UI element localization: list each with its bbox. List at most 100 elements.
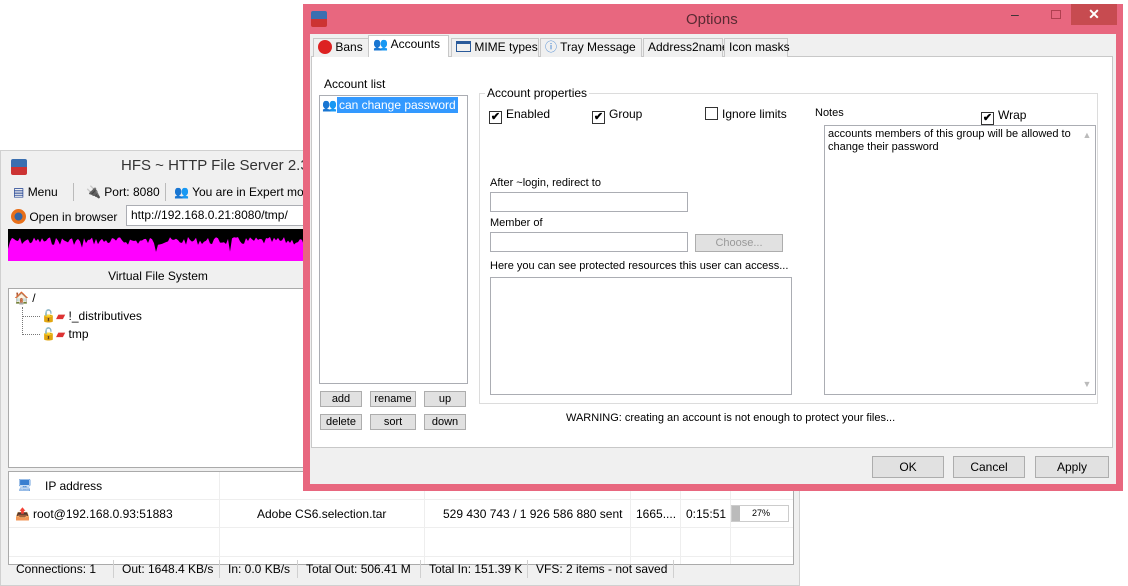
sort-button[interactable]: sort — [370, 414, 416, 430]
tab-label: MIME types — [474, 40, 538, 54]
rename-button[interactable]: rename — [370, 391, 416, 407]
toolbar-divider — [73, 183, 74, 201]
firefox-icon — [11, 209, 26, 224]
notes-textarea[interactable]: accounts members of this group will be a… — [824, 125, 1096, 395]
tab-label: Bans — [335, 40, 363, 54]
resources-label: Here you can see protected resources thi… — [490, 260, 789, 272]
main-window-title: HFS ~ HTTP File Server 2.3 — [121, 157, 309, 174]
notes-label: Notes — [815, 107, 844, 119]
tree-line — [22, 316, 40, 317]
tree-root[interactable]: 🏠 / — [14, 291, 36, 305]
wrap-checkbox[interactable]: ✔ Wrap — [981, 108, 1026, 125]
delete-button[interactable]: delete — [320, 414, 362, 430]
group-checkbox[interactable]: ✔ Group — [592, 107, 642, 124]
tab-label: Icon masks — [729, 40, 790, 54]
users-icon: 👥 — [174, 185, 189, 199]
warning-text: WARNING: creating an account is not enou… — [566, 412, 896, 424]
dialog-client: Bans 👥 Accounts MIME types ⓘ Tray Messag… — [310, 34, 1116, 484]
users-icon: 👥 — [373, 37, 388, 51]
folder-icon: ▰ — [55, 327, 66, 341]
ok-button[interactable]: OK — [872, 456, 944, 478]
open-browser-label: Open in browser — [29, 210, 118, 224]
toolbar-divider — [165, 183, 166, 201]
window-icon — [456, 41, 471, 52]
minimize-button[interactable]: – — [1011, 6, 1019, 22]
tab-accounts[interactable]: 👥 Accounts — [368, 35, 449, 57]
tab-bans[interactable]: Bans — [313, 38, 369, 57]
upload-icon: 📤 — [15, 507, 30, 521]
options-dialog: Options – ✕ Bans 👥 Accounts MIME types ⓘ… — [303, 4, 1123, 491]
choose-button[interactable]: Choose... — [695, 234, 783, 252]
checkbox-box: ✔ — [489, 111, 502, 124]
status-total-in: Total In: 151.39 K — [421, 560, 528, 578]
vfs-tree[interactable]: 🏠 / 🔓▰ !_distributives 🔓▰ tmp — [8, 288, 308, 468]
status-connections: Connections: 1 — [8, 560, 114, 578]
enabled-checkbox[interactable]: ✔ Enabled — [489, 107, 550, 124]
notes-scrollbar[interactable]: ▲ ▼ — [1079, 126, 1095, 394]
cell-status: 529 430 743 / 1 926 586 880 sent — [443, 507, 623, 521]
vfs-header: Virtual File System — [8, 264, 308, 288]
checkbox-label: Wrap — [998, 108, 1027, 122]
cell-file: Adobe CS6.selection.tar — [257, 507, 387, 521]
cell-time: 0:15:51 — [686, 507, 727, 521]
checkbox-box: ✔ — [981, 112, 994, 125]
status-vfs[interactable]: VFS: 2 items - not saved — [528, 560, 674, 578]
tree-line — [22, 307, 23, 335]
ignore-limits-checkbox[interactable]: Ignore limits — [705, 107, 787, 121]
status-total-out: Total Out: 506.41 M — [298, 560, 421, 578]
tree-item[interactable]: 🔓▰ tmp — [41, 327, 89, 341]
down-button[interactable]: down — [424, 414, 466, 430]
tab-icon-masks[interactable]: Icon masks — [724, 38, 790, 57]
cancel-button[interactable]: Cancel — [953, 456, 1025, 478]
stop-icon — [318, 40, 332, 54]
hfs-logo-icon — [311, 11, 327, 27]
checkbox-box: ✔ — [592, 111, 605, 124]
tab-label: Tray Message — [560, 40, 636, 54]
tree-item-label: tmp — [68, 327, 89, 341]
member-of-input[interactable] — [490, 232, 688, 252]
mode-label: You are in Expert mo — [192, 185, 304, 199]
tab-label: Accounts — [390, 37, 440, 51]
lock-icon: 🔓 — [41, 309, 56, 323]
menu-icon: ▤ — [13, 185, 25, 199]
expert-mode-button[interactable]: 👥 You are in Expert mo — [174, 185, 304, 199]
cell-ip: root@192.168.0.93:51883 — [33, 507, 173, 521]
close-button[interactable]: ✕ — [1071, 4, 1117, 25]
apply-button[interactable]: Apply — [1035, 456, 1109, 478]
port-button[interactable]: 🔌 Port: 8080 — [86, 185, 160, 199]
scroll-up-icon: ▲ — [1082, 130, 1092, 140]
member-of-label: Member of — [490, 217, 543, 229]
maximize-button[interactable] — [1051, 10, 1061, 19]
info-icon: ⓘ — [545, 40, 558, 54]
list-item[interactable]: 👥 can change password — [322, 97, 458, 113]
tab-tray-message[interactable]: ⓘ Tray Message — [540, 38, 642, 57]
progress-label: 27% — [752, 508, 771, 518]
menu-button[interactable]: ▤ Menu — [13, 185, 58, 199]
open-in-browser-button[interactable]: Open in browser — [11, 209, 117, 224]
tree-item-label: !_distributives — [68, 309, 142, 323]
up-button[interactable]: up — [424, 391, 466, 407]
tree-root-label: / — [32, 291, 36, 305]
notes-text: accounts members of this group will be a… — [828, 128, 1071, 153]
status-bar: Connections: 1 Out: 1648.4 KB/s In: 0.0 … — [8, 560, 794, 580]
traffic-graph — [8, 229, 308, 261]
checkbox-label: Ignore limits — [722, 107, 787, 121]
checkbox-label: Group — [609, 107, 643, 121]
status-out: Out: 1648.4 KB/s — [114, 560, 220, 578]
lock-icon: 🔓 — [41, 327, 56, 341]
account-list[interactable]: 👥 can change password — [319, 95, 468, 384]
tree-line — [22, 334, 40, 335]
network-icon: 🖥 — [17, 478, 33, 492]
tab-address2name[interactable]: Address2name — [643, 38, 729, 57]
column-header-ip[interactable]: IP address — [45, 479, 102, 493]
tab-mime-types[interactable]: MIME types — [451, 38, 539, 57]
tree-item[interactable]: 🔓▰ !_distributives — [41, 309, 142, 323]
add-button[interactable]: add — [320, 391, 362, 407]
accounts-panel: Account list 👥 can change password add re… — [311, 56, 1113, 448]
table-row[interactable]: 📤 root@192.168.0.93:51883 Adobe CS6.sele… — [9, 500, 793, 528]
port-label: Port: 8080 — [104, 185, 160, 199]
redirect-input[interactable] — [490, 192, 688, 212]
url-field[interactable]: http://192.168.0.21:8080/tmp/ — [126, 205, 316, 226]
resources-tree[interactable] — [490, 277, 792, 395]
plug-icon: 🔌 — [86, 185, 101, 199]
